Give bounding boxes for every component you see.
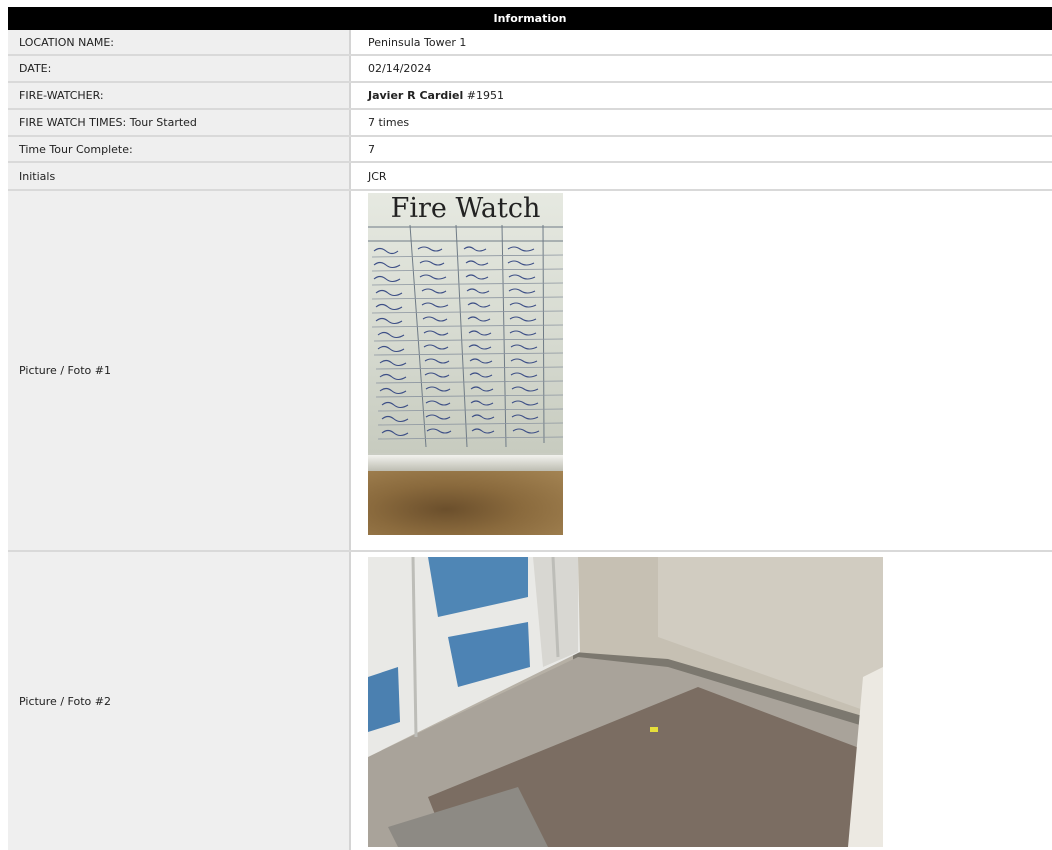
table-row-date: DATE: 02/14/2024 (8, 56, 1052, 83)
information-table: Information LOCATION NAME: Peninsula Tow… (8, 7, 1052, 850)
tour-started-value: 7 times (368, 116, 410, 129)
table-row-tour-started: FIRE WATCH TIMES: Tour Started 7 times (8, 110, 1052, 137)
tour-complete-value: 7 (368, 142, 375, 156)
picture-1-label: Picture / Foto #1 (8, 191, 351, 550)
initials-label: Initials (8, 163, 351, 189)
hallway-floor-photo (368, 557, 883, 847)
table-row-picture-2: Picture / Foto #2 (8, 552, 1052, 850)
location-label: LOCATION NAME: (8, 30, 351, 54)
table-row-initials: Initials JCR (8, 163, 1052, 191)
fire-watcher-label: FIRE-WATCHER: (8, 83, 351, 108)
photo-caption: Fire Watch (390, 193, 541, 224)
date-value: 02/14/2024 (368, 62, 432, 75)
table-row-fire-watcher: FIRE-WATCHER: Javier R Cardiel #1951 (8, 83, 1052, 110)
date-label: DATE: (8, 56, 351, 81)
table-row-picture-1: Picture / Foto #1 Fire Watch (8, 191, 1052, 552)
fire-watcher-badge: #1951 (463, 89, 504, 102)
tour-complete-label: Time Tour Complete: (8, 137, 351, 161)
fire-watch-log-photo: Fire Watch (368, 193, 563, 535)
fire-watcher-value: Javier R Cardiel #1951 (351, 83, 1052, 108)
tour-started-label: FIRE WATCH TIMES: Tour Started (8, 110, 351, 135)
table-row-tour-complete: Time Tour Complete: 7 (8, 137, 1052, 163)
table-row-location: LOCATION NAME: Peninsula Tower 1 (8, 30, 1052, 56)
picture-2-label: Picture / Foto #2 (8, 552, 351, 850)
fire-watcher-name: Javier R Cardiel (368, 89, 464, 102)
location-value: Peninsula Tower 1 (368, 35, 467, 49)
handwritten-log-grid (368, 225, 563, 448)
table-header: Information (8, 7, 1052, 30)
initials-value: JCR (368, 169, 387, 183)
